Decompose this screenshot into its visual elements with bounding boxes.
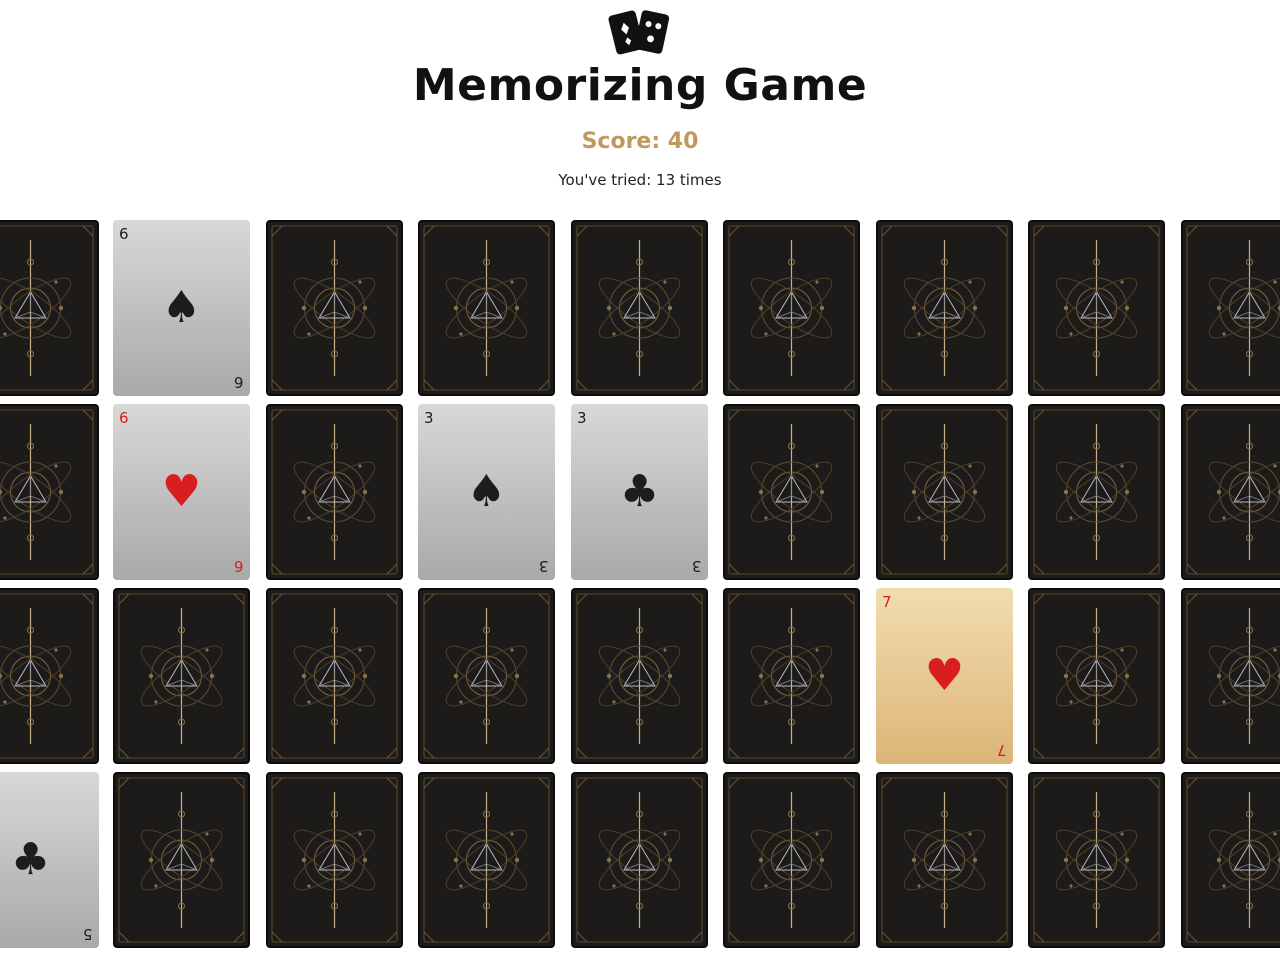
card-face-down[interactable] — [571, 772, 708, 948]
card-face-down[interactable] — [418, 772, 555, 948]
card-face-down[interactable] — [266, 220, 403, 396]
card-face-down[interactable] — [1028, 588, 1165, 764]
card-matched[interactable]: 7 ♥ 7 — [876, 588, 1013, 764]
card-face-down[interactable] — [0, 220, 99, 396]
card-back-pattern-icon — [118, 593, 245, 759]
card-rank-inverted: 6 — [234, 373, 244, 391]
card-face-down[interactable] — [876, 220, 1013, 396]
card-back-pattern-icon — [1186, 409, 1280, 575]
card-back-pattern-icon — [1186, 777, 1280, 943]
card-back-pattern-icon — [881, 777, 1008, 943]
card-face-down[interactable] — [0, 588, 99, 764]
card-back-pattern-icon — [728, 409, 855, 575]
card-face-down[interactable] — [723, 220, 860, 396]
card-rank-inverted: 5 — [83, 925, 93, 943]
card-back-pattern-icon — [1033, 593, 1160, 759]
club-icon: ♣ — [10, 834, 51, 885]
card-back-pattern-icon — [1033, 225, 1160, 391]
card-face-down[interactable] — [113, 588, 250, 764]
card-back-pattern-icon — [576, 593, 703, 759]
card-face-down[interactable] — [571, 220, 708, 396]
card-face-up[interactable]: 3 ♠ 3 — [418, 404, 555, 580]
card-face-down[interactable] — [1028, 404, 1165, 580]
card-face-down[interactable] — [266, 772, 403, 948]
spade-icon: ♠ — [161, 282, 202, 333]
card-back-pattern-icon — [576, 777, 703, 943]
card-back-pattern-icon — [1033, 409, 1160, 575]
card-rank: 3 — [577, 409, 587, 427]
card-face-up[interactable]: 5♣5 — [0, 772, 99, 948]
card-rank-inverted: 3 — [692, 557, 702, 575]
card-back-pattern-icon — [0, 225, 94, 391]
card-face-down[interactable] — [418, 220, 555, 396]
card-face-up[interactable]: 6 ♥ 6 — [113, 404, 250, 580]
card-face-down[interactable] — [266, 404, 403, 580]
card-face-down[interactable] — [418, 588, 555, 764]
card-rank-inverted: 6 — [234, 557, 244, 575]
card-face-down[interactable] — [1181, 772, 1280, 948]
card-face-down[interactable] — [1028, 772, 1165, 948]
heart-icon: ♥ — [161, 466, 202, 517]
card-rank: 6 — [119, 409, 129, 427]
card-back-pattern-icon — [423, 777, 550, 943]
card-face-down[interactable] — [0, 404, 99, 580]
card-rank-inverted: 3 — [539, 557, 549, 575]
card-back-pattern-icon — [271, 777, 398, 943]
card-face-down[interactable] — [723, 404, 860, 580]
card-face-down[interactable] — [571, 588, 708, 764]
card-face-down[interactable] — [1181, 220, 1280, 396]
card-face-down[interactable] — [266, 588, 403, 764]
card-face-down[interactable] — [876, 404, 1013, 580]
card-back-pattern-icon — [1186, 225, 1280, 391]
card-face-down[interactable] — [113, 772, 250, 948]
card-back-pattern-icon — [728, 777, 855, 943]
card-back-pattern-icon — [0, 409, 94, 575]
card-back-pattern-icon — [1033, 777, 1160, 943]
card-rank: 3 — [424, 409, 434, 427]
card-face-down[interactable] — [876, 772, 1013, 948]
card-back-pattern-icon — [271, 409, 398, 575]
card-back-pattern-icon — [271, 225, 398, 391]
card-back-pattern-icon — [423, 593, 550, 759]
card-rank: 6 — [119, 225, 129, 243]
card-back-pattern-icon — [881, 409, 1008, 575]
card-face-up[interactable]: 3 ♣ 3 — [571, 404, 708, 580]
card-face-down[interactable] — [723, 772, 860, 948]
card-back-pattern-icon — [881, 225, 1008, 391]
heart-icon: ♥ — [924, 650, 965, 701]
card-face-down[interactable] — [723, 588, 860, 764]
card-grid: 6 ♠ 6 6 ♥ 6 3 ♠ 3 3 ♣ 3 7 ♥ 7 ♣ 5 — [0, 0, 1280, 960]
card-back-pattern-icon — [423, 225, 550, 391]
card-rank: 7 — [882, 593, 892, 611]
club-icon: ♣ — [619, 466, 660, 517]
spade-icon: ♠ — [466, 466, 507, 517]
card-face-up[interactable]: 6 ♠ 6 — [113, 220, 250, 396]
card-back-pattern-icon — [0, 593, 94, 759]
card-face-down[interactable] — [1028, 220, 1165, 396]
card-back-pattern-icon — [1186, 593, 1280, 759]
card-back-pattern-icon — [271, 593, 398, 759]
card-back-pattern-icon — [728, 225, 855, 391]
card-back-pattern-icon — [728, 593, 855, 759]
card-rank-inverted: 7 — [997, 741, 1007, 759]
card-back-pattern-icon — [576, 225, 703, 391]
card-face-down[interactable] — [1181, 404, 1280, 580]
card-face-down[interactable] — [1181, 588, 1280, 764]
card-back-pattern-icon — [118, 777, 245, 943]
